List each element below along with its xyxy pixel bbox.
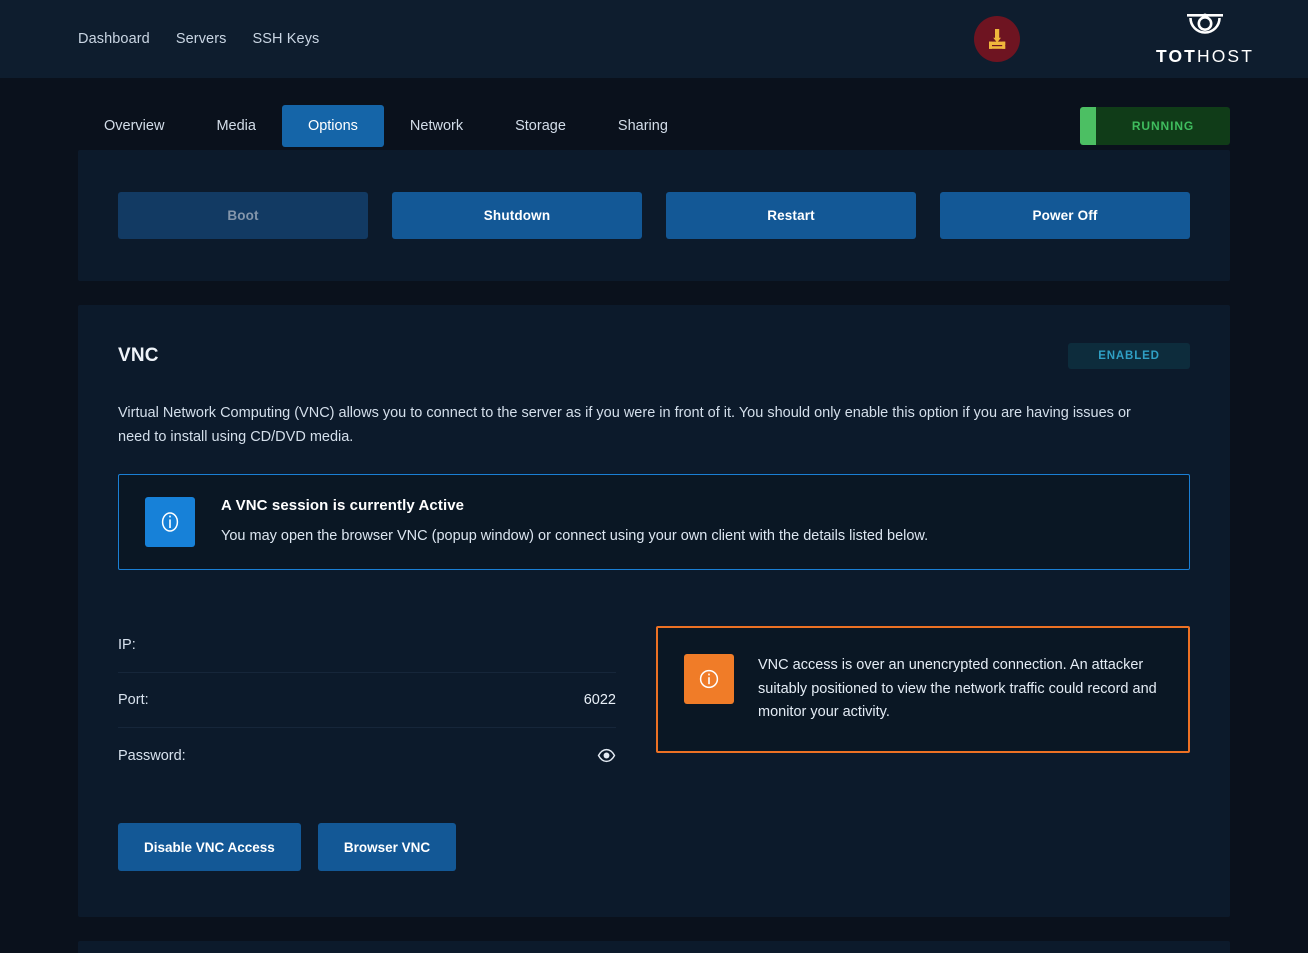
- nav-servers[interactable]: Servers: [176, 32, 227, 47]
- vnc-password-value-group: [597, 746, 616, 765]
- next-card-peek: [78, 941, 1230, 953]
- vnc-password-label: Password:: [118, 748, 186, 764]
- nav-dashboard[interactable]: Dashboard: [78, 32, 150, 47]
- vnc-title: VNC: [118, 345, 159, 367]
- vnc-ip-label: IP:: [118, 637, 136, 653]
- vnc-card: VNC ENABLED Virtual Network Computing (V…: [78, 305, 1230, 917]
- tab-options[interactable]: Options: [282, 105, 384, 148]
- header-right-group: TOTHOST: [974, 12, 1254, 66]
- top-header-bar: Dashboard Servers SSH Keys: [0, 0, 1308, 78]
- vnc-details-row: IP: Port: 6022 Password:: [118, 618, 1190, 783]
- vnc-warning-text: VNC access is over an unencrypted connec…: [758, 654, 1160, 725]
- vnc-session-alert-text: You may open the browser VNC (popup wind…: [221, 526, 1163, 547]
- brand-host: HOST: [1197, 46, 1254, 66]
- tab-media[interactable]: Media: [190, 105, 282, 148]
- page-content: Overview Media Options Network Storage S…: [0, 78, 1308, 953]
- eye-icon[interactable]: [597, 746, 616, 765]
- vnc-card-header: VNC ENABLED: [118, 343, 1190, 369]
- vnc-unencrypted-warning: VNC access is over an unencrypted connec…: [656, 626, 1190, 753]
- vnc-port-value: 6022: [584, 692, 616, 708]
- download-tray-icon: [974, 16, 1020, 62]
- vnc-action-buttons: Disable VNC Access Browser VNC: [118, 823, 1190, 871]
- primary-nav: Dashboard Servers SSH Keys: [78, 32, 319, 47]
- vnc-port-label: Port:: [118, 692, 149, 708]
- info-circle-icon: [145, 497, 195, 547]
- boot-button[interactable]: Boot: [118, 192, 368, 239]
- vnc-connection-details: IP: Port: 6022 Password:: [118, 618, 616, 783]
- power-off-button[interactable]: Power Off: [940, 192, 1190, 239]
- vnc-password-row: Password:: [118, 728, 616, 783]
- tab-storage[interactable]: Storage: [489, 105, 592, 148]
- brand-tot: TOT: [1156, 46, 1197, 66]
- browser-vnc-button[interactable]: Browser VNC: [318, 823, 456, 871]
- vnc-enabled-badge: ENABLED: [1068, 343, 1190, 369]
- brand-wordmark: TOTHOST: [1156, 48, 1254, 66]
- power-actions-card: Boot Shutdown Restart Power Off: [78, 150, 1230, 281]
- vnc-session-alert: A VNC session is currently Active You ma…: [118, 474, 1190, 570]
- status-badge: RUNNING: [1080, 107, 1230, 145]
- disable-vnc-access-button[interactable]: Disable VNC Access: [118, 823, 301, 871]
- tothost-mark-icon: [1182, 12, 1228, 45]
- nav-ssh-keys[interactable]: SSH Keys: [253, 32, 320, 47]
- tab-network[interactable]: Network: [384, 105, 489, 148]
- warning-info-icon: [684, 654, 734, 704]
- shutdown-button[interactable]: Shutdown: [392, 192, 642, 239]
- status-badge-label: RUNNING: [1096, 107, 1230, 145]
- server-tabs: Overview Media Options Network Storage S…: [78, 78, 1230, 150]
- restart-button[interactable]: Restart: [666, 192, 916, 239]
- vnc-session-alert-title: A VNC session is currently Active: [221, 497, 1163, 514]
- tab-sharing[interactable]: Sharing: [592, 105, 694, 148]
- vnc-description: Virtual Network Computing (VNC) allows y…: [118, 401, 1153, 449]
- status-accent-bar: [1080, 107, 1096, 145]
- vnc-ip-row: IP:: [118, 618, 616, 673]
- vnc-session-alert-body: A VNC session is currently Active You ma…: [221, 497, 1163, 547]
- brand-logo[interactable]: TOTHOST: [1156, 12, 1254, 66]
- tab-overview[interactable]: Overview: [78, 105, 190, 148]
- vnc-port-row: Port: 6022: [118, 673, 616, 728]
